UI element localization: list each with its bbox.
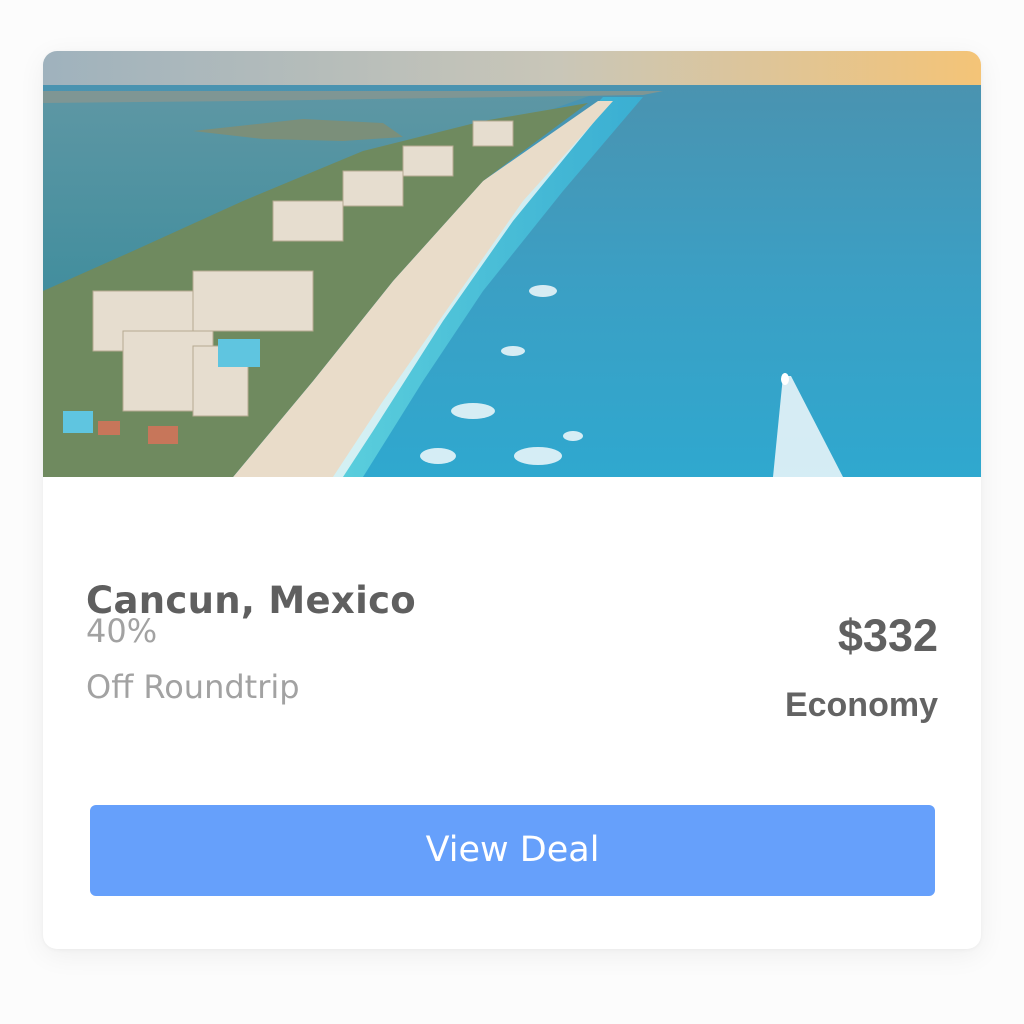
view-deal-button[interactable]: View Deal — [90, 805, 935, 896]
destination-photo — [43, 51, 981, 477]
discount-value: 40% — [86, 612, 158, 650]
discount-label: Off Roundtrip — [86, 668, 300, 706]
price: $332 — [837, 610, 938, 661]
fare-class: Economy — [784, 686, 938, 724]
deal-card[interactable]: Cancun, Mexico 40% Off Roundtrip $332 Ec… — [43, 51, 981, 949]
